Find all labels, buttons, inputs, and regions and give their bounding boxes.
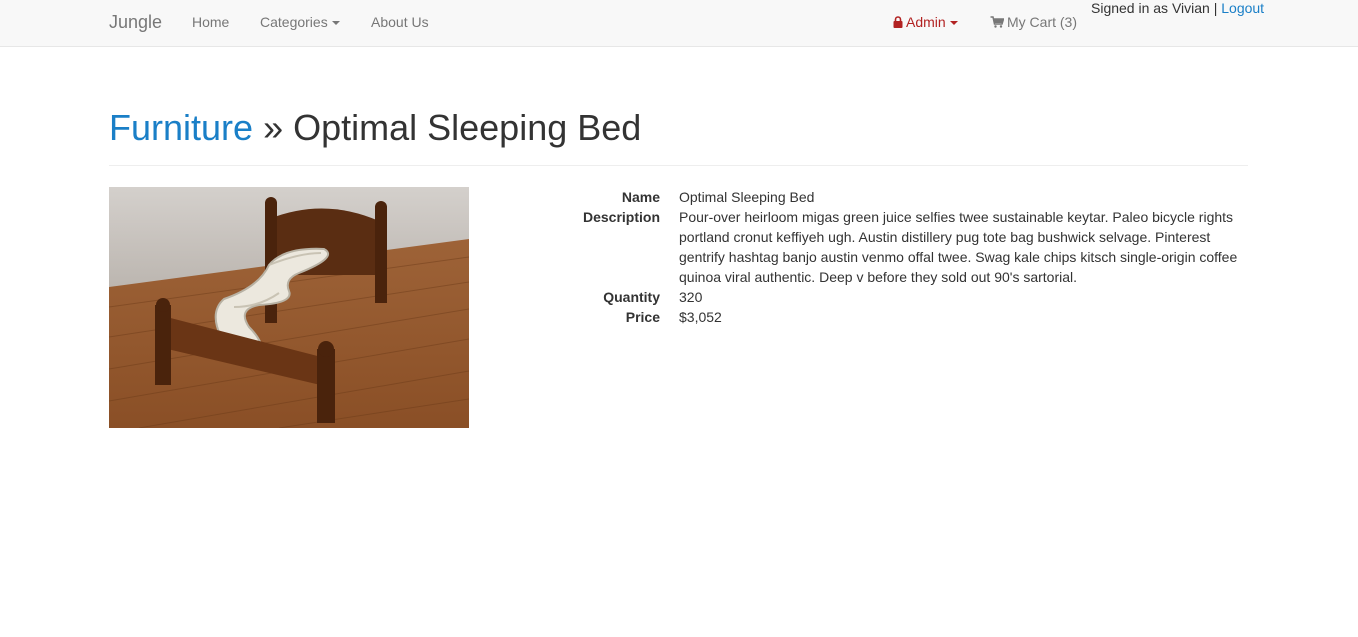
name-value: Optimal Sleeping Bed xyxy=(679,189,815,205)
detail-row-name: Name Optimal Sleeping Bed xyxy=(540,187,1250,207)
product-image xyxy=(109,187,469,428)
description-value: Pour-over heirloom migas green juice sel… xyxy=(679,209,1238,285)
signed-in-status: Signed in as Vivian | Logout xyxy=(1091,0,1264,16)
admin-label: Admin xyxy=(906,14,946,30)
nav-cart-link[interactable]: My Cart (3) xyxy=(990,14,1077,30)
page-title: Furniture » Optimal Sleeping Bed xyxy=(109,106,1248,150)
detail-row-price: Price $3,052 xyxy=(540,307,1250,327)
brand-link[interactable]: Jungle xyxy=(109,12,162,32)
detail-row-description: Description Pour-over heirloom migas gre… xyxy=(540,207,1250,287)
categories-label: Categories xyxy=(260,14,328,30)
product-details: Name Optimal Sleeping Bed Description Po… xyxy=(540,187,1250,327)
nav-home-link[interactable]: Home xyxy=(192,14,229,30)
detail-row-quantity: Quantity 320 xyxy=(540,287,1250,307)
price-label: Price xyxy=(625,309,660,325)
nav-admin-dropdown[interactable]: Admin xyxy=(893,14,958,30)
name-label: Name xyxy=(621,189,660,205)
nav-about-link[interactable]: About Us xyxy=(371,14,429,30)
bed-photo-image xyxy=(109,187,469,428)
description-label: Description xyxy=(582,209,660,225)
shopping-cart-icon xyxy=(990,16,1004,28)
breadcrumb-separator: » xyxy=(253,107,294,148)
price-value: $3,052 xyxy=(679,309,722,325)
quantity-value: 320 xyxy=(679,289,703,305)
breadcrumb-category-link[interactable]: Furniture xyxy=(109,107,253,148)
page-header: Furniture » Optimal Sleeping Bed xyxy=(109,106,1248,166)
product-title: Optimal Sleeping Bed xyxy=(293,107,642,148)
quantity-label: Quantity xyxy=(603,289,660,305)
nav-categories-dropdown[interactable]: Categories xyxy=(260,14,340,30)
caret-down-icon xyxy=(331,21,340,26)
logout-link[interactable]: Logout xyxy=(1221,0,1264,16)
lock-icon xyxy=(893,16,903,28)
caret-down-icon xyxy=(949,21,958,26)
navbar: Jungle Home Categories About Us Admin My… xyxy=(0,0,1358,47)
cart-label: My Cart (3) xyxy=(1007,14,1077,30)
signed-in-text: Signed in as Vivian | xyxy=(1091,0,1218,16)
